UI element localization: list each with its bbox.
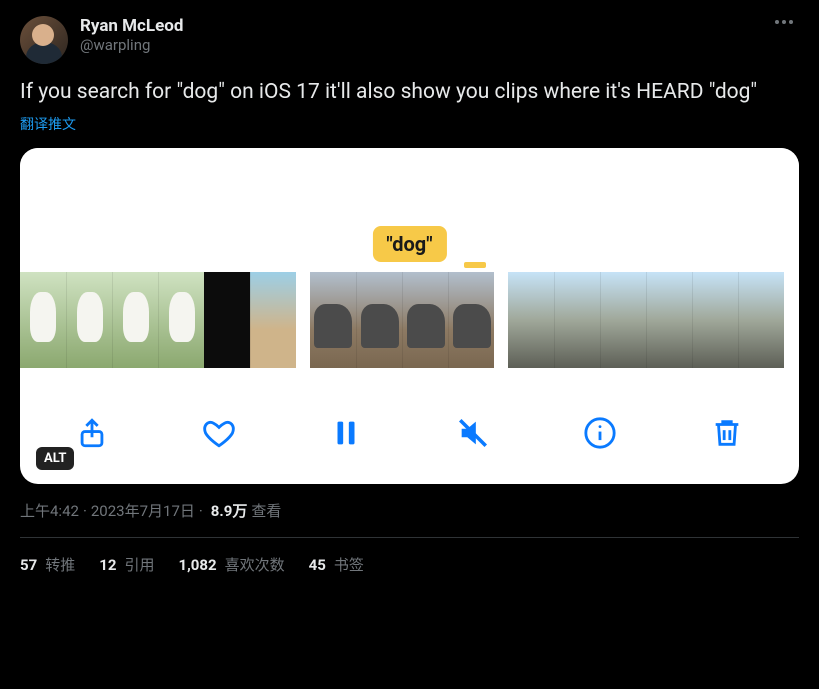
mute-icon[interactable] (453, 413, 493, 453)
retweets-count: 57 (20, 556, 37, 574)
alt-badge[interactable]: ALT (36, 447, 74, 470)
thumb (508, 272, 554, 368)
clip-group-1[interactable] (20, 272, 296, 368)
quotes-stat[interactable]: 12 引用 (99, 554, 154, 575)
meta-dot: · (199, 502, 203, 520)
tweet-header: Ryan McLeod @warpling (20, 16, 799, 64)
thumb (250, 272, 296, 368)
display-name: Ryan McLeod (80, 16, 769, 36)
tweet-container: Ryan McLeod @warpling If you search for … (8, 6, 811, 581)
thumb (112, 272, 158, 368)
filmstrip[interactable] (20, 272, 799, 368)
thumb (20, 272, 66, 368)
thumb (356, 272, 402, 368)
handle: @warpling (80, 36, 769, 54)
bookmarks-label: 书签 (334, 554, 364, 575)
thumb (554, 272, 600, 368)
thumb (646, 272, 692, 368)
views-count[interactable]: 8.9万 (211, 500, 248, 521)
more-button[interactable] (769, 16, 799, 28)
playhead-marker (464, 262, 486, 268)
thumb (310, 272, 356, 368)
quotes-count: 12 (99, 556, 116, 574)
bookmarks-count: 45 (309, 556, 326, 574)
translate-link[interactable]: 翻译推文 (20, 114, 76, 134)
tweet-time[interactable]: 上午4:42 (20, 500, 79, 521)
trash-icon[interactable] (707, 413, 747, 453)
share-icon[interactable] (72, 413, 112, 453)
info-icon[interactable] (580, 413, 620, 453)
thumb (66, 272, 112, 368)
thumb (692, 272, 738, 368)
likes-stat[interactable]: 1,082 喜欢次数 (178, 554, 284, 575)
clip-group-3[interactable] (508, 272, 784, 368)
heart-icon[interactable] (199, 413, 239, 453)
tweet-date[interactable]: 2023年7月17日 (91, 500, 195, 521)
views-label: 查看 (251, 500, 281, 521)
thumb (738, 272, 784, 368)
divider (20, 537, 799, 538)
thumb (600, 272, 646, 368)
retweets-label: 转推 (45, 554, 75, 575)
likes-count: 1,082 (178, 556, 216, 574)
meta-row: 上午4:42 · 2023年7月17日 · 8.9万 查看 (20, 500, 799, 521)
clip-group-2[interactable] (310, 272, 494, 368)
stats-row: 57 转推 12 引用 1,082 喜欢次数 45 书签 (20, 554, 799, 581)
pause-icon[interactable] (326, 413, 366, 453)
likes-label: 喜欢次数 (225, 554, 285, 575)
author-block[interactable]: Ryan McLeod @warpling (80, 16, 769, 54)
retweets-stat[interactable]: 57 转推 (20, 554, 75, 575)
thumb (158, 272, 204, 368)
thumb (204, 272, 250, 368)
thumb (402, 272, 448, 368)
quotes-label: 引用 (124, 554, 154, 575)
bookmarks-stat[interactable]: 45 书签 (309, 554, 364, 575)
meta-dot: · (83, 502, 87, 520)
media-toolbar (20, 392, 799, 484)
media-card[interactable]: "dog" (20, 148, 799, 484)
thumb (448, 272, 494, 368)
caption-tooltip: "dog" (372, 226, 446, 262)
avatar[interactable] (20, 16, 68, 64)
tweet-text: If you search for "dog" on iOS 17 it'll … (20, 78, 799, 106)
